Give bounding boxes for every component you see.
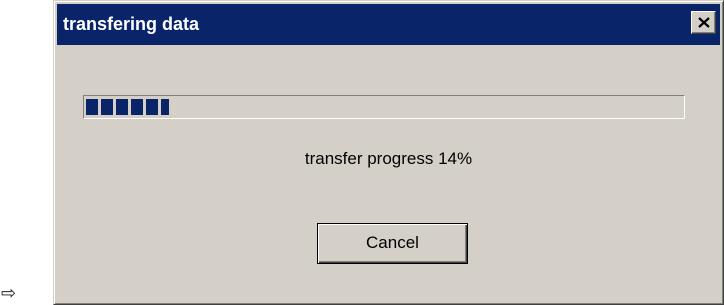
window-title: transfering data xyxy=(63,14,200,34)
transfer-dialog: transfering data transfer progress 14% C… xyxy=(53,0,724,305)
progress-label: transfer progress 14% xyxy=(304,149,473,168)
cancel-button[interactable]: Cancel xyxy=(317,223,468,264)
focus-rect xyxy=(322,228,463,259)
progress-bar xyxy=(83,95,685,119)
close-icon xyxy=(698,17,710,28)
title-bar[interactable]: transfering data xyxy=(57,4,720,45)
progress-bar-fill xyxy=(86,99,169,115)
close-button[interactable] xyxy=(691,11,716,34)
arrow-right-icon: ⇨ xyxy=(1,283,17,304)
